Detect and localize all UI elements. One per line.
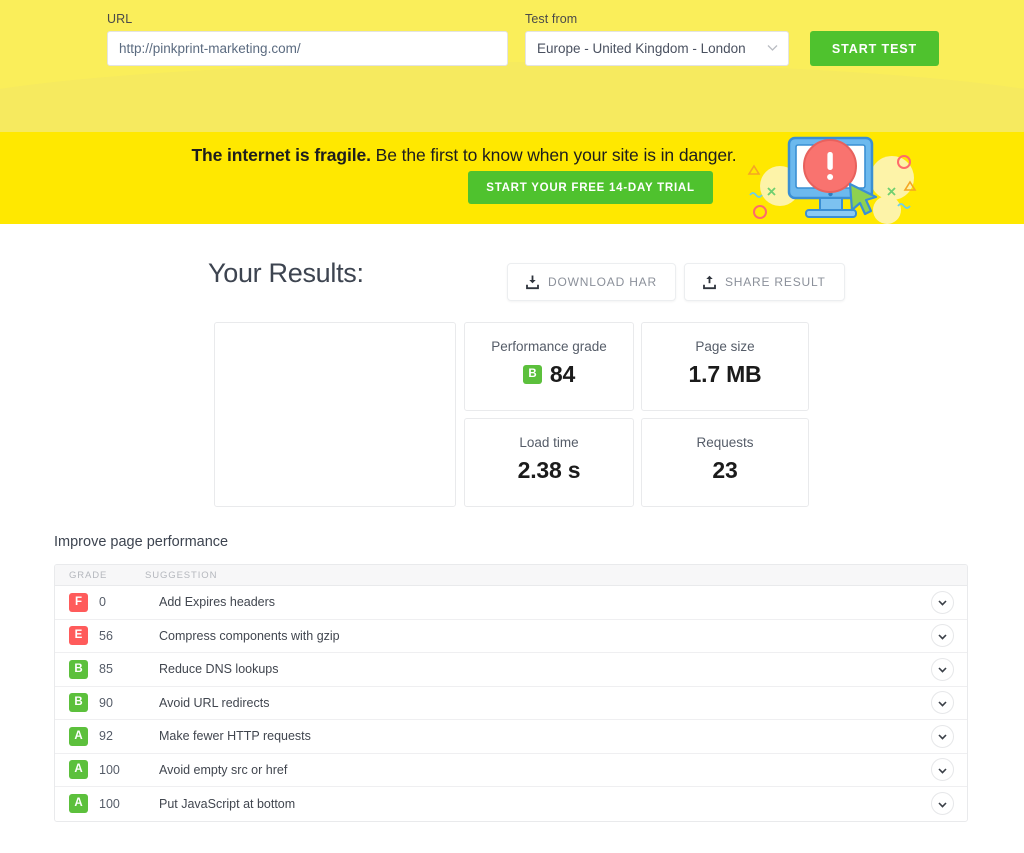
chevron-down-icon bbox=[938, 727, 947, 745]
url-input[interactable] bbox=[107, 31, 508, 66]
performance-grade-card: Performance grade B 84 bbox=[464, 322, 634, 411]
grade-cell: F0 bbox=[69, 592, 147, 612]
table-row[interactable]: F 0 Add Expires headers bbox=[55, 586, 967, 620]
test-from-select[interactable]: Europe - United Kingdom - London bbox=[525, 31, 789, 66]
grade-badge: A bbox=[69, 726, 88, 746]
suggestion-text: Reduce DNS lookups bbox=[159, 662, 279, 677]
grade-cell: A 100 bbox=[69, 760, 147, 780]
grade-badge: A bbox=[69, 794, 88, 814]
suggestion-text: Add Expires headers bbox=[159, 595, 276, 610]
performance-grade-number: 84 bbox=[549, 361, 576, 387]
grade-score: 100 bbox=[99, 796, 120, 811]
grade-score: 85 bbox=[99, 662, 113, 677]
chevron-down-icon bbox=[938, 593, 947, 611]
suggestion-text: Avoid URL redirects bbox=[159, 695, 270, 710]
testfrom-field-group: Test from Europe - United Kingdom - Lond… bbox=[525, 12, 789, 66]
grade-cell: E 56 bbox=[69, 626, 147, 646]
column-header-grade: GRADE bbox=[69, 569, 108, 581]
header-wave-decoration bbox=[0, 62, 1024, 132]
promo-headline-rest: Be the first to know when your site is i… bbox=[370, 145, 737, 165]
chevron-down-icon bbox=[938, 761, 947, 779]
grade-badge: F bbox=[69, 592, 88, 612]
performance-grade-label: Performance grade bbox=[491, 339, 607, 354]
grade-badge: A bbox=[69, 760, 88, 780]
table-row[interactable]: A 92 Make fewer HTTP requests bbox=[55, 720, 967, 754]
grade-cell: A 92 bbox=[69, 726, 147, 746]
expand-row-button[interactable] bbox=[931, 657, 954, 681]
section-title-improve-performance: Improve page performance bbox=[54, 534, 229, 550]
promo-banner: The internet is fragile. Be the first to… bbox=[0, 132, 1024, 224]
grade-score: 56 bbox=[99, 628, 113, 643]
expand-row-button[interactable] bbox=[931, 724, 954, 748]
suggestion-text: Put JavaScript at bottom bbox=[159, 796, 296, 811]
free-trial-button[interactable]: START YOUR FREE 14-DAY TRIAL bbox=[468, 171, 713, 204]
metric-cards: Performance grade B 84 Page size 1.7 MB … bbox=[0, 322, 1024, 518]
grade-score: 90 bbox=[99, 695, 113, 710]
download-har-button[interactable]: DOWNLOAD HAR bbox=[507, 263, 676, 301]
url-field-group: URL bbox=[107, 12, 508, 66]
page-title: Your Results: bbox=[208, 258, 364, 288]
suggestion-text: Make fewer HTTP requests bbox=[159, 729, 311, 744]
table-row[interactable]: B 90 Avoid URL redirects bbox=[55, 687, 967, 720]
load-time-card: Load time 2.38 s bbox=[464, 418, 634, 507]
grade-score: 0 bbox=[99, 595, 106, 610]
monitor-alert-cursor-illustration bbox=[732, 132, 927, 224]
grade-score: 92 bbox=[99, 729, 113, 744]
performance-grade-value-row: B 84 bbox=[465, 361, 633, 388]
requests-value: 23 bbox=[712, 457, 738, 483]
table-row[interactable]: A 100 Put JavaScript at bottom bbox=[55, 787, 967, 821]
expand-row-button[interactable] bbox=[931, 624, 954, 648]
expand-row-button[interactable] bbox=[931, 590, 954, 614]
table-row[interactable]: E 56 Compress components with gzip bbox=[55, 620, 967, 653]
page-size-label: Page size bbox=[695, 339, 755, 354]
requests-card: Requests 23 bbox=[641, 418, 809, 507]
upload-icon bbox=[703, 275, 716, 290]
requests-label: Requests bbox=[696, 435, 754, 450]
suggestions-table: GRADE SUGGESTION F 0 Add Expires headers E 5… bbox=[54, 564, 968, 822]
download-icon bbox=[526, 275, 539, 290]
search-header: URL Test from Europe - United Kingdom - … bbox=[0, 0, 1024, 132]
chevron-down-icon bbox=[938, 795, 947, 813]
share-result-button[interactable]: SHARE RESULT bbox=[683, 263, 845, 301]
chevron-down-icon bbox=[938, 627, 947, 645]
grade-badge: B bbox=[69, 693, 88, 713]
url-label: URL bbox=[107, 12, 133, 26]
grade-cell: B 90 bbox=[69, 693, 147, 713]
grade-cell: A 100 bbox=[69, 794, 147, 814]
suggestion-text: Avoid empty src or href bbox=[159, 762, 288, 777]
download-har-label: DOWNLOAD HAR bbox=[548, 275, 657, 289]
grade-badge: B bbox=[522, 365, 542, 384]
table-row[interactable]: B 85 Reduce DNS lookups bbox=[55, 653, 967, 687]
expand-row-button[interactable] bbox=[931, 691, 954, 715]
load-time-value: 2.38 s bbox=[517, 457, 581, 483]
grade-badge: E bbox=[69, 626, 88, 646]
grade-cell: B 85 bbox=[69, 659, 147, 679]
page-size-card: Page size 1.7 MB bbox=[641, 322, 809, 411]
grade-score: 100 bbox=[99, 762, 120, 777]
column-header-suggestion: SUGGESTION bbox=[145, 569, 218, 581]
expand-row-button[interactable] bbox=[931, 792, 954, 816]
table-row[interactable]: A 100 Avoid empty src or href bbox=[55, 754, 967, 787]
share-result-label: SHARE RESULT bbox=[724, 275, 826, 289]
chevron-down-icon bbox=[938, 694, 947, 712]
chevron-down-icon bbox=[938, 660, 947, 678]
page-size-value: 1.7 MB bbox=[688, 361, 762, 387]
table-header-row: GRADE SUGGESTION bbox=[55, 565, 967, 586]
grade-badge: B bbox=[69, 659, 88, 679]
expand-row-button[interactable] bbox=[931, 758, 954, 782]
promo-headline-bold: The internet is fragile. bbox=[191, 145, 371, 165]
suggestion-text: Compress components with gzip bbox=[159, 628, 340, 643]
start-test-button[interactable]: START TEST bbox=[810, 31, 939, 66]
test-from-label: Test from bbox=[525, 12, 578, 26]
chart-card-placeholder bbox=[214, 322, 456, 507]
load-time-label: Load time bbox=[519, 435, 579, 450]
